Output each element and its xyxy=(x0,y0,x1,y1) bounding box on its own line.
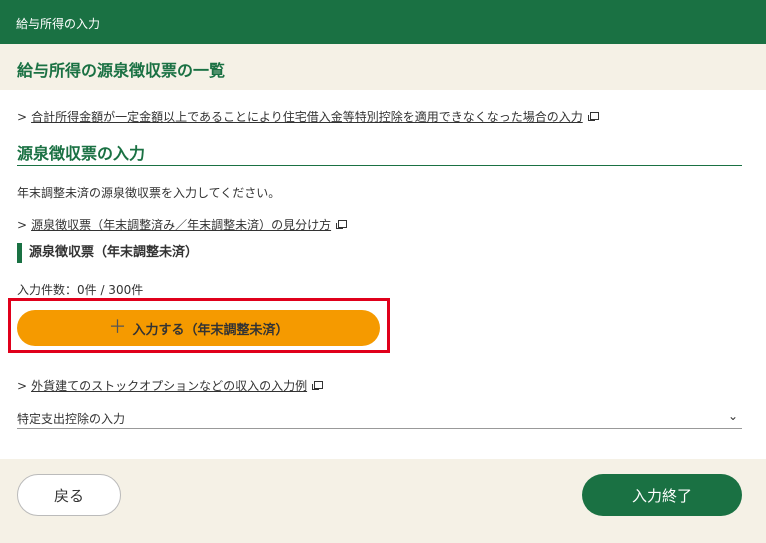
finish-input-button[interactable]: 入力終了 xyxy=(582,474,742,516)
chevron-right-icon: > xyxy=(17,109,28,124)
input-button-label: 入力する（年末調整未済） xyxy=(132,322,289,338)
chevron-right-icon: > xyxy=(17,217,28,232)
page-title: 給与所得の源泉徴収票の一覧 xyxy=(17,61,226,80)
external-link-icon xyxy=(336,220,348,229)
top-bar-title: 給与所得の入力 xyxy=(16,17,101,31)
distinguish-link[interactable]: 源泉徴収票（年末調整済み／年末調整未済）の見分け方 xyxy=(31,216,331,233)
external-link-icon xyxy=(312,381,324,390)
section-divider xyxy=(17,165,742,166)
accordion-label: 特定支出控除の入力 xyxy=(17,412,126,426)
stock-option-link[interactable]: 外貨建てのストックオプションなどの収入の入力例 xyxy=(31,377,307,394)
chevron-down-icon: ⌄ xyxy=(727,409,738,423)
back-button[interactable]: 戻る xyxy=(17,474,121,516)
input-unadjusted-button[interactable]: ＋ 入力する（年末調整未済） xyxy=(17,310,380,346)
section-description: 年末調整未済の源泉徴収票を入力してください。 xyxy=(17,186,281,200)
external-link-icon xyxy=(587,112,599,121)
housing-loan-link-row[interactable]: > 合計所得金額が一定金額以上であることにより住宅借入金等特別控除を適用できなく… xyxy=(17,108,599,125)
page-heading-band: 給与所得の源泉徴収票の一覧 xyxy=(0,44,766,90)
distinguish-link-row[interactable]: > 源泉徴収票（年末調整済み／年末調整未済）の見分け方 xyxy=(17,216,348,233)
stock-option-link-row[interactable]: > 外貨建てのストックオプションなどの収入の入力例 xyxy=(17,377,324,394)
top-bar: 給与所得の入力 xyxy=(0,0,766,44)
entry-count: 入力件数：0件 / 300件 xyxy=(17,283,144,297)
chevron-right-icon: > xyxy=(17,378,28,393)
section-title: 源泉徴収票の入力 xyxy=(17,144,146,163)
specific-expense-accordion[interactable]: 特定支出控除の入力 ⌄ xyxy=(17,409,742,429)
plus-icon: ＋ xyxy=(108,317,127,338)
subheading: 源泉徴収票（年末調整未済） xyxy=(17,243,198,263)
housing-loan-link[interactable]: 合計所得金額が一定金額以上であることにより住宅借入金等特別控除を適用できなくなっ… xyxy=(31,108,583,125)
